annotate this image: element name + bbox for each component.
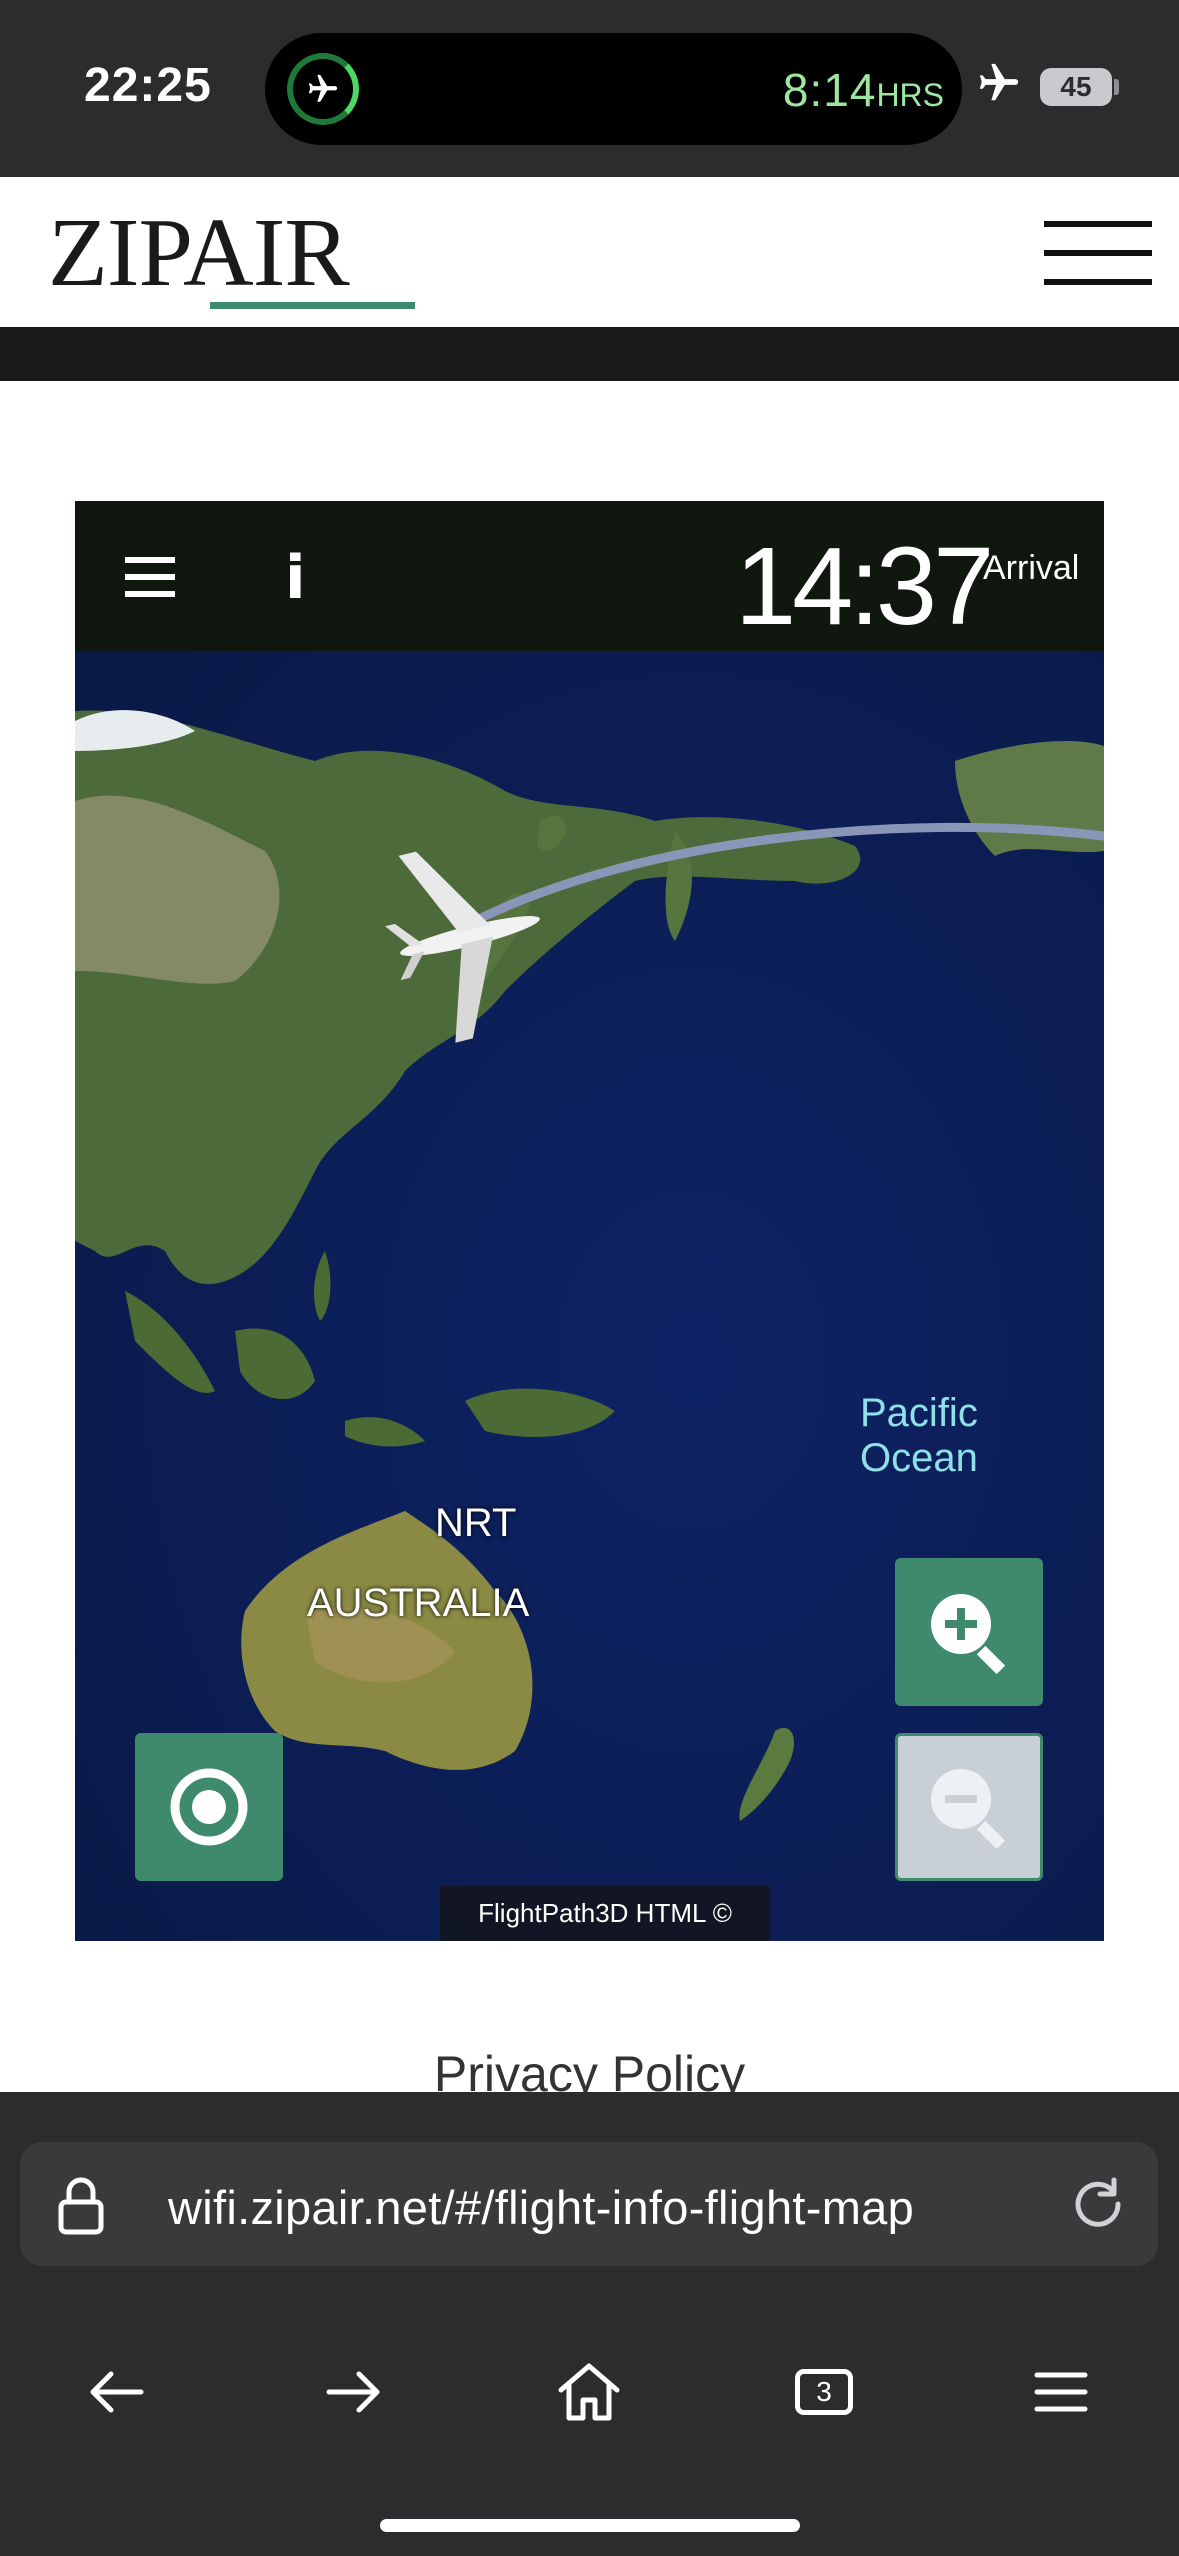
flight-map-widget: i 14:37 Arrival NRT AUSTRALIA Pacific Oc… bbox=[75, 501, 1104, 1941]
arrival-time: 14:37 bbox=[735, 525, 994, 648]
status-bar: 22:25 8:14HRS 45 bbox=[0, 0, 1179, 177]
battery-cap bbox=[1114, 79, 1119, 95]
label-ocean: Pacific Ocean bbox=[860, 1391, 978, 1480]
flight-progress-icon bbox=[287, 53, 359, 125]
label-airport: NRT bbox=[435, 1501, 517, 1545]
browser-menu-button[interactable] bbox=[1021, 2352, 1101, 2432]
reload-icon[interactable] bbox=[1066, 2172, 1130, 2236]
zoom-in-icon bbox=[931, 1594, 1006, 1675]
tabs-icon: 3 bbox=[795, 2369, 853, 2415]
airplane-mode-icon bbox=[979, 63, 1019, 101]
menu-icon bbox=[1034, 2372, 1088, 2412]
zoom-out-icon bbox=[931, 1769, 1006, 1850]
home-icon bbox=[558, 2363, 620, 2421]
target-icon bbox=[170, 1768, 248, 1846]
zoom-in-button[interactable] bbox=[895, 1558, 1043, 1706]
map-menu-icon[interactable] bbox=[125, 557, 175, 597]
logo-underline bbox=[210, 302, 415, 309]
map-credit: FlightPath3D HTML © bbox=[440, 1886, 770, 1941]
recenter-button[interactable] bbox=[135, 1733, 283, 1881]
forward-arrow-icon bbox=[326, 2371, 380, 2413]
home-button[interactable] bbox=[549, 2352, 629, 2432]
flight-timer: 8:14HRS bbox=[783, 63, 944, 117]
lock-icon bbox=[58, 2177, 104, 2235]
map-toolbar: i 14:37 Arrival bbox=[75, 501, 1104, 651]
info-button[interactable]: i bbox=[285, 543, 306, 613]
url-text: wifi.zipair.net/#/flight-info-flight-map bbox=[168, 2181, 915, 2234]
tabs-button[interactable]: 3 bbox=[784, 2352, 864, 2432]
dynamic-island[interactable]: 8:14HRS bbox=[265, 33, 962, 145]
timer-value: 8:14 bbox=[782, 64, 877, 116]
battery-icon: 45 bbox=[1040, 68, 1112, 106]
status-time: 22:25 bbox=[84, 59, 212, 112]
timer-unit: HRS bbox=[876, 77, 944, 113]
site-menu-button[interactable] bbox=[1044, 221, 1152, 285]
address-bar[interactable]: wifi.zipair.net/#/flight-info-flight-map bbox=[20, 2142, 1158, 2266]
header-band bbox=[0, 327, 1179, 381]
zipair-logo[interactable]: ZIPAIR bbox=[48, 203, 350, 303]
home-indicator[interactable] bbox=[380, 2519, 800, 2532]
back-arrow-icon bbox=[90, 2371, 144, 2413]
browser-toolbar: wifi.zipair.net/#/flight-info-flight-map… bbox=[0, 2092, 1179, 2556]
label-continent: AUSTRALIA bbox=[307, 1581, 530, 1625]
back-button[interactable] bbox=[77, 2352, 157, 2432]
forward-button[interactable] bbox=[313, 2352, 393, 2432]
zoom-out-button[interactable] bbox=[895, 1733, 1043, 1881]
arrival-label: Arrival bbox=[983, 549, 1080, 587]
site-header: ZIPAIR bbox=[0, 177, 1179, 327]
